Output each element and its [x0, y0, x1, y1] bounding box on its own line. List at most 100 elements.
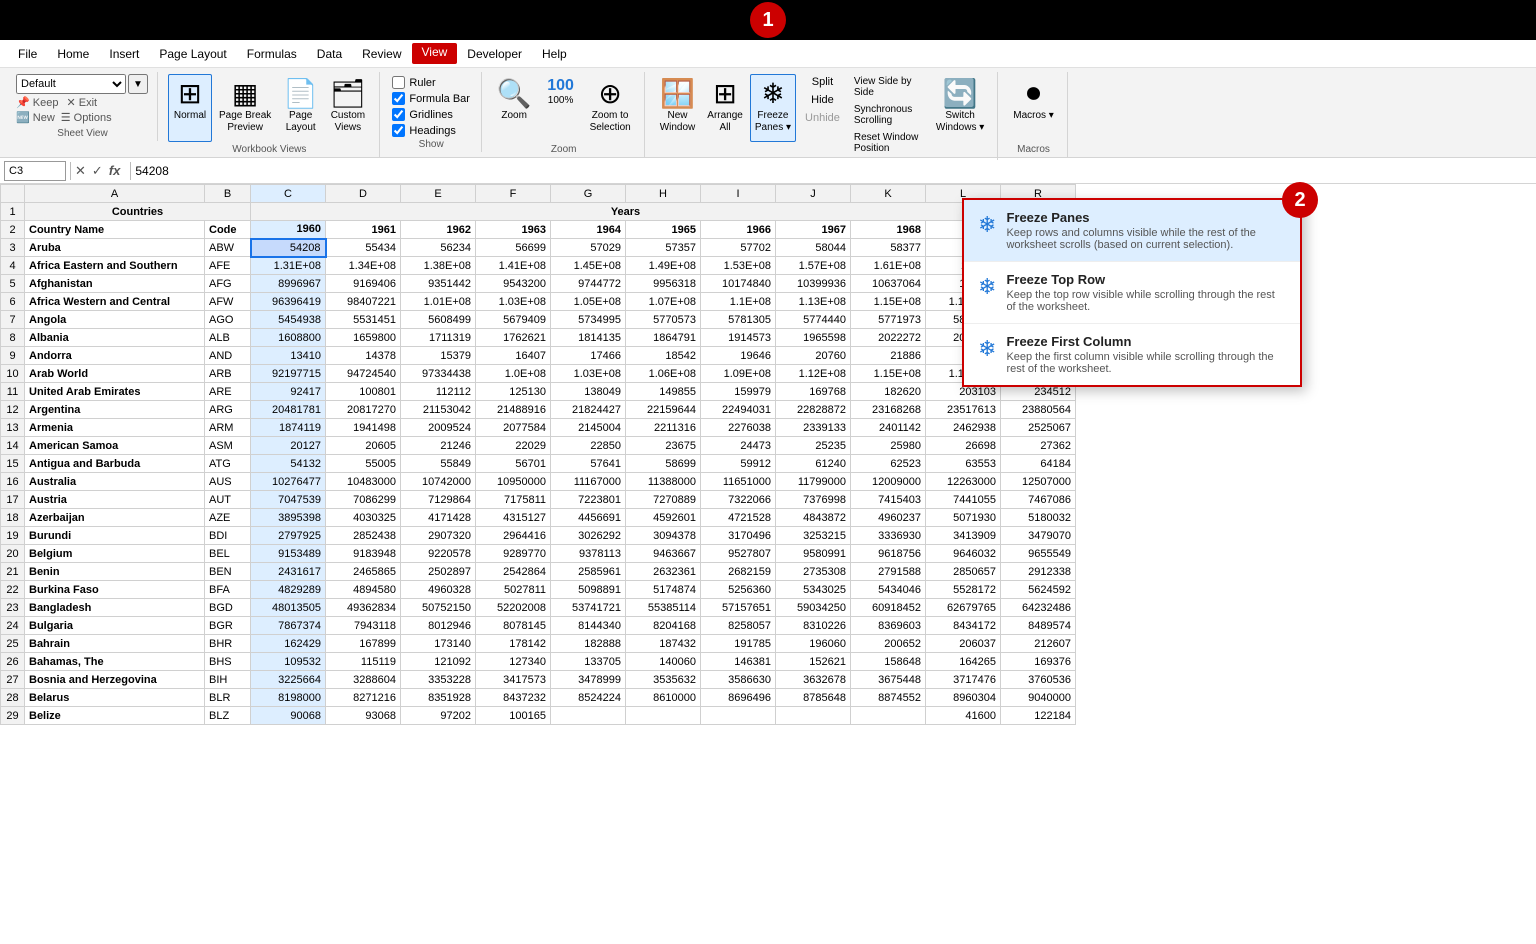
cell-14-7[interactable]: 23675	[626, 437, 701, 455]
arrange-all-btn[interactable]: ⊞ ArrangeAll	[702, 74, 748, 142]
cell-17-1[interactable]: AUT	[205, 491, 251, 509]
cell-19-12[interactable]: 3479070	[1001, 527, 1076, 545]
cell-3-3[interactable]: 55434	[326, 239, 401, 257]
cell-24-2[interactable]: 7867374	[251, 617, 326, 635]
cell-26-2[interactable]: 109532	[251, 653, 326, 671]
cell-7-7[interactable]: 5770573	[626, 311, 701, 329]
cell-28-2[interactable]: 8198000	[251, 689, 326, 707]
cell-11-10[interactable]: 182620	[851, 383, 926, 401]
col-H-header[interactable]: H	[626, 185, 701, 203]
cell-22-7[interactable]: 5174874	[626, 581, 701, 599]
cell-8-7[interactable]: 1864791	[626, 329, 701, 347]
cell-26-4[interactable]: 121092	[401, 653, 476, 671]
cell-3-10[interactable]: 58377	[851, 239, 926, 257]
col-K-header[interactable]: K	[851, 185, 926, 203]
cell-22-8[interactable]: 5256360	[701, 581, 776, 599]
cell-13-3[interactable]: 1941498	[326, 419, 401, 437]
cell-15-8[interactable]: 59912	[701, 455, 776, 473]
cell-29-0[interactable]: Belize	[25, 707, 205, 725]
cell-4-2[interactable]: 1.31E+08	[251, 257, 326, 275]
menu-data[interactable]: Data	[307, 45, 352, 63]
cell-24-0[interactable]: Bulgaria	[25, 617, 205, 635]
zoom100-btn[interactable]: 100 100%	[539, 74, 583, 142]
cell-29-10[interactable]	[851, 707, 926, 725]
cell-24-11[interactable]: 8434172	[926, 617, 1001, 635]
cell-3-2[interactable]: 54208	[251, 239, 326, 257]
cell-8-1[interactable]: ALB	[205, 329, 251, 347]
cell-16-7[interactable]: 11388000	[626, 473, 701, 491]
cell-18-9[interactable]: 4843872	[776, 509, 851, 527]
cell-27-4[interactable]: 3353228	[401, 671, 476, 689]
cell-15-4[interactable]: 55849	[401, 455, 476, 473]
cell-12-8[interactable]: 22494031	[701, 401, 776, 419]
cell-15-7[interactable]: 58699	[626, 455, 701, 473]
cell-14-3[interactable]: 20605	[326, 437, 401, 455]
cell-14-12[interactable]: 27362	[1001, 437, 1076, 455]
cell-8-8[interactable]: 1914573	[701, 329, 776, 347]
cell-10-0[interactable]: Arab World	[25, 365, 205, 383]
cell-29-1[interactable]: BLZ	[205, 707, 251, 725]
cell-9-6[interactable]: 17466	[551, 347, 626, 365]
cell-26-9[interactable]: 152621	[776, 653, 851, 671]
cell-20-2[interactable]: 9153489	[251, 545, 326, 563]
cell-9-3[interactable]: 14378	[326, 347, 401, 365]
cell-23-3[interactable]: 49362834	[326, 599, 401, 617]
cell-21-8[interactable]: 2682159	[701, 563, 776, 581]
cell-27-5[interactable]: 3417573	[476, 671, 551, 689]
col-J-header[interactable]: J	[776, 185, 851, 203]
cell-22-10[interactable]: 5434046	[851, 581, 926, 599]
cell-16-10[interactable]: 12009000	[851, 473, 926, 491]
cell-14-1[interactable]: ASM	[205, 437, 251, 455]
reset-window-position-btn[interactable]: Reset Window Position	[849, 130, 929, 156]
freeze-top-row-option[interactable]: ❄ Freeze Top Row Keep the top row visibl…	[964, 262, 1300, 324]
cell-23-0[interactable]: Bangladesh	[25, 599, 205, 617]
cell-25-4[interactable]: 173140	[401, 635, 476, 653]
cell-18-4[interactable]: 4171428	[401, 509, 476, 527]
cell-4-4[interactable]: 1.38E+08	[401, 257, 476, 275]
cell-8-4[interactable]: 1711319	[401, 329, 476, 347]
cell-22-5[interactable]: 5027811	[476, 581, 551, 599]
cell-16-11[interactable]: 12263000	[926, 473, 1001, 491]
cell-5-7[interactable]: 9956318	[626, 275, 701, 293]
cell-25-3[interactable]: 167899	[326, 635, 401, 653]
cell-10-7[interactable]: 1.06E+08	[626, 365, 701, 383]
zoom-btn[interactable]: 🔍 Zoom	[492, 74, 537, 142]
cell-13-8[interactable]: 2276038	[701, 419, 776, 437]
cell-18-11[interactable]: 5071930	[926, 509, 1001, 527]
cell-21-5[interactable]: 2542864	[476, 563, 551, 581]
cell-24-5[interactable]: 8078145	[476, 617, 551, 635]
cell-13-0[interactable]: Armenia	[25, 419, 205, 437]
cell-7-1[interactable]: AGO	[205, 311, 251, 329]
cell-29-3[interactable]: 93068	[326, 707, 401, 725]
cell-9-10[interactable]: 21886	[851, 347, 926, 365]
cell-23-9[interactable]: 59034250	[776, 599, 851, 617]
cell-16-4[interactable]: 10742000	[401, 473, 476, 491]
cell-23-10[interactable]: 60918452	[851, 599, 926, 617]
cell-6-7[interactable]: 1.07E+08	[626, 293, 701, 311]
cell-4-10[interactable]: 1.61E+08	[851, 257, 926, 275]
cell-26-11[interactable]: 164265	[926, 653, 1001, 671]
cell-25-8[interactable]: 191785	[701, 635, 776, 653]
cell-5-1[interactable]: AFG	[205, 275, 251, 293]
cell-23-4[interactable]: 50752150	[401, 599, 476, 617]
cell-29-6[interactable]	[551, 707, 626, 725]
cell-14-2[interactable]: 20127	[251, 437, 326, 455]
cell-6-6[interactable]: 1.05E+08	[551, 293, 626, 311]
cell-5-2[interactable]: 8996967	[251, 275, 326, 293]
cell-7-4[interactable]: 5608499	[401, 311, 476, 329]
cell-7-6[interactable]: 5734995	[551, 311, 626, 329]
unhide-btn[interactable]: Unhide	[798, 110, 847, 126]
cell-23-11[interactable]: 62679765	[926, 599, 1001, 617]
sheet-view-down-btn[interactable]: ▼	[128, 74, 148, 94]
cell-18-10[interactable]: 4960237	[851, 509, 926, 527]
headings-check[interactable]: Headings	[392, 124, 470, 137]
cell-12-7[interactable]: 22159644	[626, 401, 701, 419]
cell-6-9[interactable]: 1.13E+08	[776, 293, 851, 311]
menu-help[interactable]: Help	[532, 45, 577, 63]
cell-6-0[interactable]: Africa Western and Central	[25, 293, 205, 311]
menu-formulas[interactable]: Formulas	[237, 45, 307, 63]
view-side-by-side-btn[interactable]: View Side by Side	[849, 74, 929, 100]
cell-17-5[interactable]: 7175811	[476, 491, 551, 509]
cell-6-5[interactable]: 1.03E+08	[476, 293, 551, 311]
cell-14-8[interactable]: 24473	[701, 437, 776, 455]
